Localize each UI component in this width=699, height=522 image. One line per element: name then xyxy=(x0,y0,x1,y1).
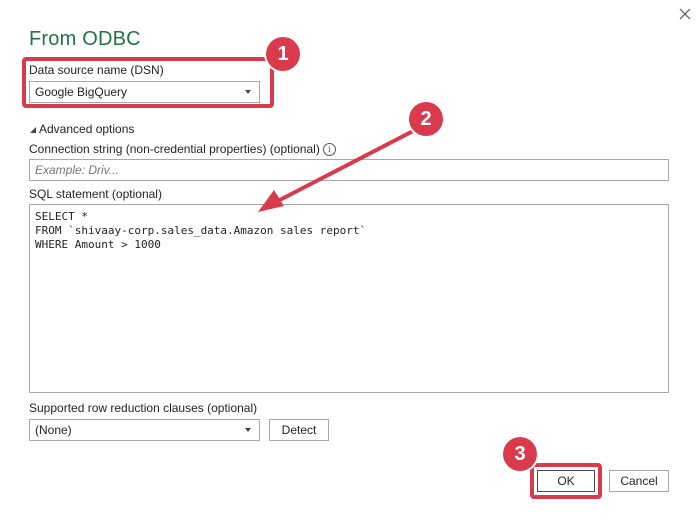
annotation-badge-3: 3 xyxy=(503,437,537,471)
annotation-arrow xyxy=(258,128,417,212)
annotation-badge-2: 2 xyxy=(409,102,443,136)
arrowhead-icon xyxy=(258,190,284,212)
annotation-badge-1: 1 xyxy=(266,37,300,71)
